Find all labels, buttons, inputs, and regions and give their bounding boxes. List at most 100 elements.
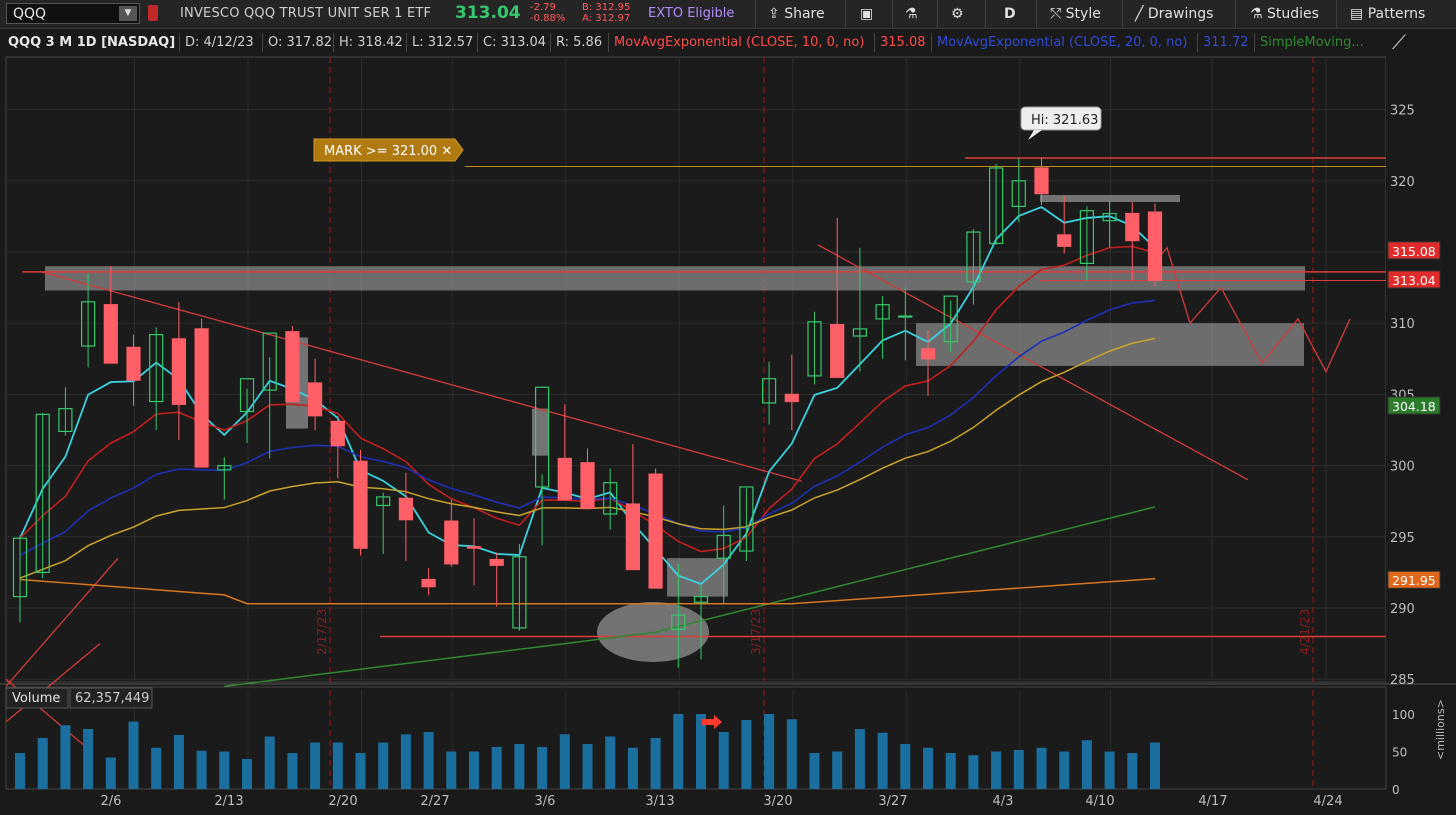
volume-bar — [446, 751, 457, 789]
volume-bar — [605, 736, 616, 789]
volume-bar — [1104, 751, 1115, 789]
y-tick-label: 285 — [1390, 673, 1415, 688]
volume-bar — [1059, 751, 1070, 789]
x-tick-label: 4/17 — [1198, 794, 1227, 809]
volume-bar — [151, 747, 162, 789]
period-marker-label: 2/17/23 — [315, 609, 329, 655]
price-chart[interactable]: 2/17/23 3/17/23 4/21/232852902953003053103… — [0, 0, 1456, 815]
volume-bar — [854, 729, 865, 789]
volume-bar — [786, 719, 797, 789]
candle-body — [625, 503, 641, 571]
volume-bar — [1081, 740, 1092, 789]
y-tick-label: 310 — [1390, 317, 1415, 332]
volume-bar — [741, 720, 752, 789]
close-price-label: 313.04 — [1392, 273, 1436, 288]
candle-body — [1034, 167, 1049, 195]
candle-body — [308, 382, 323, 417]
x-tick-label: 3/6 — [535, 794, 556, 809]
volume-bar — [945, 753, 956, 789]
candle-body — [103, 304, 118, 364]
candle-body — [1057, 234, 1072, 247]
volume-bar — [673, 714, 684, 789]
volume-bar — [196, 750, 207, 789]
volume-bar — [469, 751, 479, 789]
candle-body — [830, 324, 845, 378]
candle-body — [398, 497, 413, 521]
x-tick-label: 2/27 — [420, 794, 449, 809]
hi-bubble-label: Hi: 321.63 — [1031, 113, 1098, 128]
volume-bar — [37, 738, 48, 789]
alert-flag-label: MARK >= 321.00 ✕ — [324, 144, 452, 159]
volume-bar — [582, 744, 593, 789]
volume-bar — [537, 747, 548, 789]
x-tick-label: 4/10 — [1085, 794, 1114, 809]
volume-legend-label: Volume — [12, 691, 60, 706]
volume-bar — [832, 751, 843, 789]
volume-bar — [15, 753, 25, 789]
volume-bar — [60, 725, 71, 789]
volume-bar — [105, 757, 116, 789]
volume-bar — [287, 753, 298, 789]
volume-bar — [718, 732, 729, 789]
x-tick-label: 3/27 — [878, 794, 907, 809]
period-marker-label: 3/17/23 — [749, 609, 763, 655]
x-tick-label: 2/13 — [214, 794, 243, 809]
candle-body — [126, 346, 141, 381]
candle-body — [784, 393, 799, 403]
volume-bar — [1150, 742, 1160, 789]
volume-unit-label: <millions> — [1434, 699, 1447, 760]
volume-bar — [991, 751, 1002, 789]
volume-bar — [900, 744, 911, 789]
candle-body — [1125, 212, 1140, 242]
candle-body — [920, 348, 936, 360]
volume-bar — [1127, 753, 1138, 789]
x-tick-label: 2/20 — [328, 794, 357, 809]
volume-bar — [877, 732, 888, 789]
volume-bar — [491, 747, 502, 789]
volume-bar — [764, 714, 775, 789]
volume-value: 62,357,449 — [75, 691, 149, 706]
volume-bar — [1036, 747, 1047, 789]
candle-body — [557, 457, 572, 501]
volume-bar — [219, 751, 230, 789]
y-tick-label: 300 — [1390, 460, 1415, 475]
volume-bar — [264, 736, 275, 789]
candle-body — [444, 520, 459, 565]
candle-body — [353, 460, 368, 549]
x-tick-label: 4/3 — [993, 794, 1014, 809]
candle-body — [194, 328, 209, 468]
period-marker-label: 4/21/23 — [1298, 609, 1312, 655]
volume-bar — [173, 735, 184, 789]
x-tick-label: 3/20 — [763, 794, 792, 809]
volume-bar — [128, 721, 139, 789]
candle-body — [648, 473, 663, 589]
volume-bar — [310, 742, 321, 789]
candle-body — [898, 315, 913, 318]
candle-body — [580, 462, 595, 509]
highlight-box — [667, 558, 728, 597]
y-tick-label: 325 — [1390, 104, 1415, 119]
volume-bar — [696, 714, 706, 789]
candle-body — [421, 578, 436, 588]
candle-body — [330, 420, 345, 447]
volume-tick-label: 50 — [1392, 746, 1407, 760]
volume-tick-label: 0 — [1392, 783, 1400, 797]
y-tick-label: 295 — [1390, 531, 1415, 546]
x-tick-label: 3/13 — [645, 794, 674, 809]
candle-body — [489, 558, 504, 566]
volume-bar — [355, 753, 366, 789]
volume-bar — [423, 732, 434, 789]
highlight-box — [532, 408, 548, 456]
candle-body — [285, 331, 300, 403]
volume-bar — [650, 738, 661, 789]
y-tick-label: 320 — [1390, 175, 1415, 190]
volume-bar — [809, 753, 820, 789]
volume-bar — [83, 729, 94, 789]
volume-bar — [400, 734, 411, 789]
volume-bar — [514, 744, 525, 789]
candle-body — [466, 546, 482, 549]
volume-bar — [559, 734, 570, 789]
support-zone — [45, 266, 1305, 291]
y-tick-label: 290 — [1390, 602, 1415, 617]
candle-body — [1147, 211, 1163, 282]
